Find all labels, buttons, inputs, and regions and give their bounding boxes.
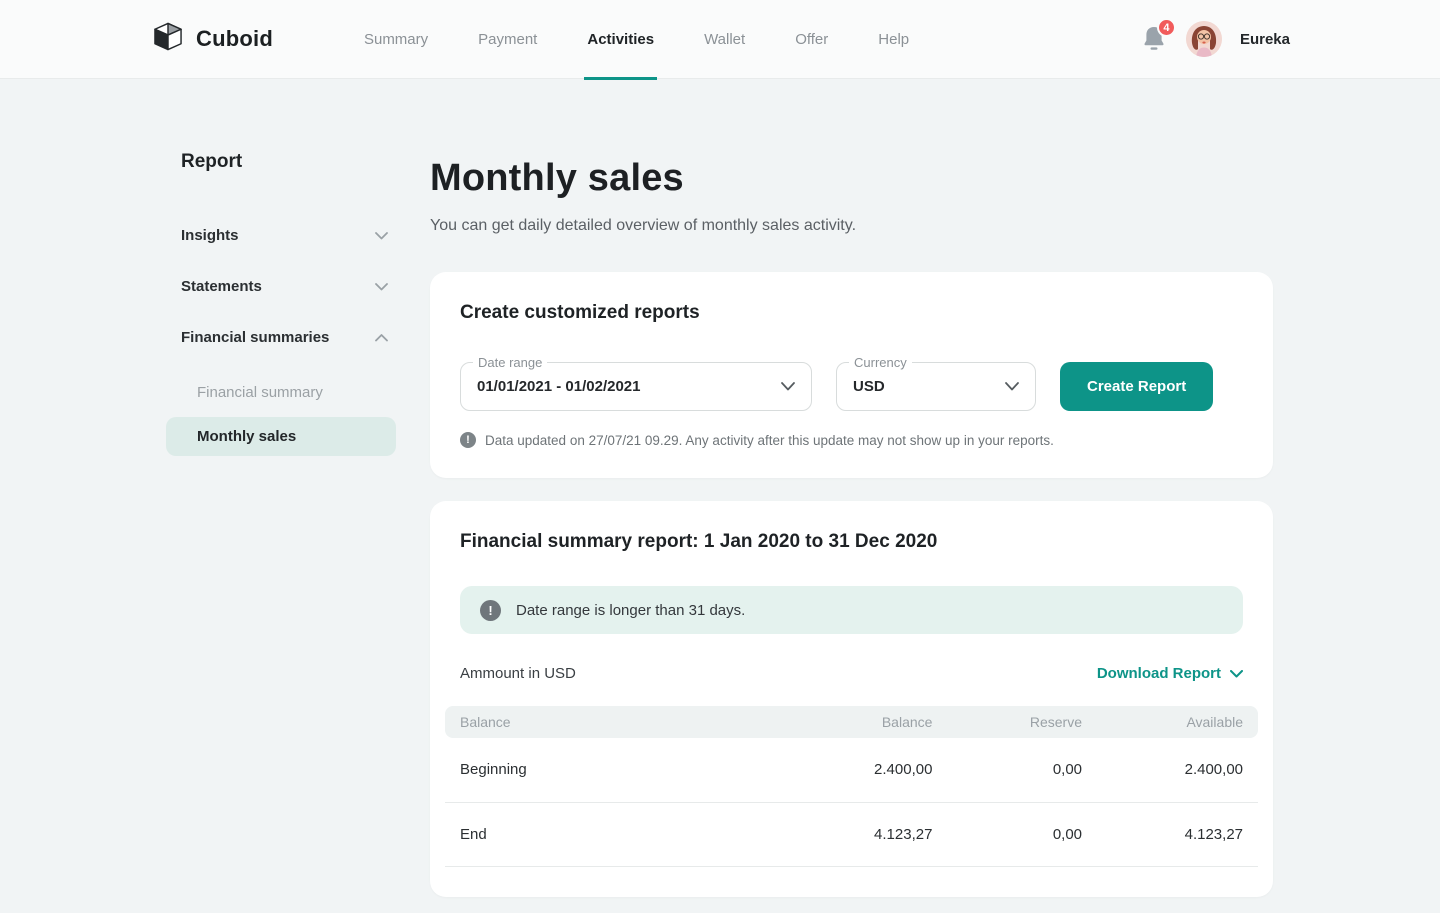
main-nav: Summary Payment Activities Wallet Offer … [339,0,934,79]
col-header-available: Available [1097,706,1258,738]
row-reserve: 0,00 [947,802,1097,866]
bell-icon [1142,39,1166,56]
date-range-label: Date range [473,355,547,370]
info-icon [460,432,476,448]
brand-name: Cuboid [196,26,273,52]
row-available: 4.123,27 [1097,802,1258,866]
row-label: End [445,802,786,866]
row-reserve: 0,00 [947,738,1097,802]
nav-help[interactable]: Help [853,0,934,79]
brand-logo[interactable]: Cuboid [152,22,273,56]
nav-payment[interactable]: Payment [453,0,562,79]
sidebar-item-label: Insights [181,227,239,244]
summary-report-card: Financial summary report: 1 Jan 2020 to … [430,501,1273,897]
row-available: 2.400,00 [1097,738,1258,802]
sidebar-item-label: Financial summaries [181,329,329,346]
table-header-row: Balance Balance Reserve Available [445,706,1258,738]
table-row: Beginning 2.400,00 0,00 2.400,00 [445,738,1258,802]
table-row: End 4.123,27 0,00 4.123,27 [445,802,1258,866]
create-report-button[interactable]: Create Report [1060,362,1213,411]
chevron-down-icon [375,232,388,240]
data-updated-note: Data updated on 27/07/21 09.29. Any acti… [485,433,1054,448]
sidebar-item-statements[interactable]: Statements [181,276,388,297]
currency-label: Currency [849,355,912,370]
page-title: Monthly sales [430,157,1273,200]
avatar[interactable] [1186,21,1222,57]
chevron-down-icon [781,382,795,391]
top-nav-bar: Cuboid Summary Payment Activities Wallet… [0,0,1440,79]
sidebar-title: Report [181,151,396,173]
date-range-alert: Date range is longer than 31 days. [460,586,1243,634]
col-header-balance-label: Balance [445,706,786,738]
date-range-value: 01/01/2021 - 01/02/2021 [477,378,640,395]
col-header-reserve: Reserve [947,706,1097,738]
user-name: Eureka [1240,31,1290,48]
sidebar-item-financial-summaries[interactable]: Financial summaries [181,327,388,348]
col-header-balance: Balance [786,706,947,738]
balance-table: Balance Balance Reserve Available Beginn… [445,706,1258,867]
chevron-up-icon [375,334,388,342]
nav-offer[interactable]: Offer [770,0,853,79]
nav-wallet[interactable]: Wallet [679,0,770,79]
chevron-down-icon [375,283,388,291]
currency-value: USD [853,378,885,395]
sidebar: Report Insights Statements Financial sum… [166,79,396,913]
chevron-down-icon [1005,382,1019,391]
nav-activities[interactable]: Activities [562,0,679,79]
sidebar-item-financial-summary[interactable]: Financial summary [166,374,396,411]
nav-summary[interactable]: Summary [339,0,453,79]
amount-label: Ammount in USD [460,665,576,682]
date-range-select[interactable]: Date range 01/01/2021 - 01/02/2021 [460,362,812,411]
create-report-heading: Create customized reports [460,302,1243,324]
page-subtitle: You can get daily detailed overview of m… [430,217,1273,235]
info-icon [480,600,501,621]
notification-badge: 4 [1157,18,1176,37]
download-report-link[interactable]: Download Report [1097,665,1243,682]
notifications-button[interactable]: 4 [1142,25,1168,53]
row-balance: 4.123,27 [786,802,947,866]
chevron-down-icon [1230,670,1243,678]
sidebar-item-monthly-sales[interactable]: Monthly sales [166,417,396,456]
sidebar-item-label: Statements [181,278,262,295]
summary-report-heading: Financial summary report: 1 Jan 2020 to … [460,531,1243,553]
cuboid-logo-icon [152,22,184,56]
row-label: Beginning [445,738,786,802]
row-balance: 2.400,00 [786,738,947,802]
main-content: Monthly sales You can get daily detailed… [430,79,1273,913]
download-report-label: Download Report [1097,665,1221,682]
currency-select[interactable]: Currency USD [836,362,1036,411]
alert-text: Date range is longer than 31 days. [516,602,745,619]
sidebar-item-insights[interactable]: Insights [181,225,388,246]
create-report-card: Create customized reports Date range 01/… [430,272,1273,478]
